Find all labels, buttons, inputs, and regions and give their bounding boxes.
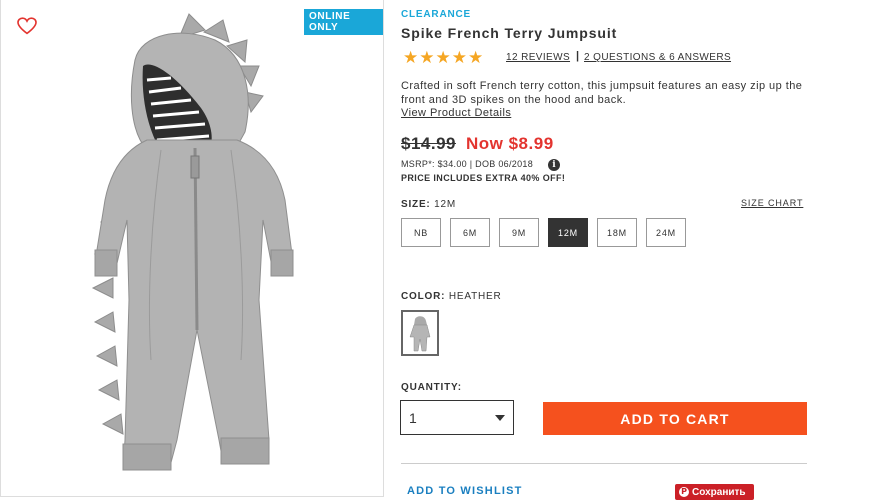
pinterest-icon: P	[679, 487, 689, 497]
size-option-12m[interactable]: 12M	[548, 218, 588, 247]
msrp-text: MSRP*: $34.00 | DOB 06/2018	[401, 159, 534, 169]
info-icon[interactable]: i	[548, 159, 560, 171]
product-description: Crafted in soft French terry cotton, thi…	[401, 80, 803, 106]
link-separator: |	[576, 50, 580, 62]
extra-offer-text: PRICE INCLUDES EXTRA 40% OFF!	[401, 173, 566, 183]
color-swatch-heather[interactable]	[401, 310, 439, 356]
sale-price: Now $8.99	[466, 134, 554, 153]
size-option-24m[interactable]: 24M	[646, 218, 686, 247]
size-label-key: SIZE:	[401, 199, 431, 210]
view-product-details-link[interactable]: View Product Details	[401, 107, 511, 119]
add-to-cart-button[interactable]: ADD TO CART	[543, 402, 807, 435]
size-option-9m[interactable]: 9M	[499, 218, 539, 247]
size-options: NB 6M 9M 12M 18M 24M	[401, 218, 686, 247]
product-title: Spike French Terry Jumpsuit	[401, 25, 618, 41]
size-label: SIZE: 12M	[401, 199, 456, 210]
quantity-value: 1	[409, 409, 417, 426]
swatch-thumbnail	[409, 316, 431, 352]
questions-answers-link[interactable]: 2 QUESTIONS & 6 ANSWERS	[584, 52, 731, 63]
size-selected-value: 12M	[434, 199, 457, 210]
color-label-key: COLOR:	[401, 291, 446, 302]
size-option-nb[interactable]: NB	[401, 218, 441, 247]
color-selected-value: HEATHER	[448, 291, 502, 302]
reviews-link[interactable]: 12 REVIEWS	[506, 52, 570, 63]
divider	[401, 463, 807, 464]
product-photo[interactable]	[1, 0, 384, 497]
star-rating[interactable]: ★★★★★	[403, 48, 484, 68]
add-to-wishlist-link[interactable]: ADD TO WISHLIST	[407, 485, 523, 497]
size-option-6m[interactable]: 6M	[450, 218, 490, 247]
product-image-panel: ONLINE ONLY	[0, 0, 384, 497]
chevron-down-icon	[495, 415, 505, 421]
quantity-select[interactable]: 1	[400, 400, 514, 435]
color-label: COLOR: HEATHER	[401, 291, 502, 302]
original-price: $14.99	[401, 134, 456, 153]
category-label: CLEARANCE	[401, 9, 471, 20]
size-option-18m[interactable]: 18M	[597, 218, 637, 247]
pinterest-save-button[interactable]: P Сохранить	[675, 484, 754, 500]
quantity-label: QUANTITY:	[401, 382, 462, 393]
pinterest-save-label: Сохранить	[692, 486, 746, 498]
size-chart-link[interactable]: SIZE CHART	[741, 198, 803, 208]
